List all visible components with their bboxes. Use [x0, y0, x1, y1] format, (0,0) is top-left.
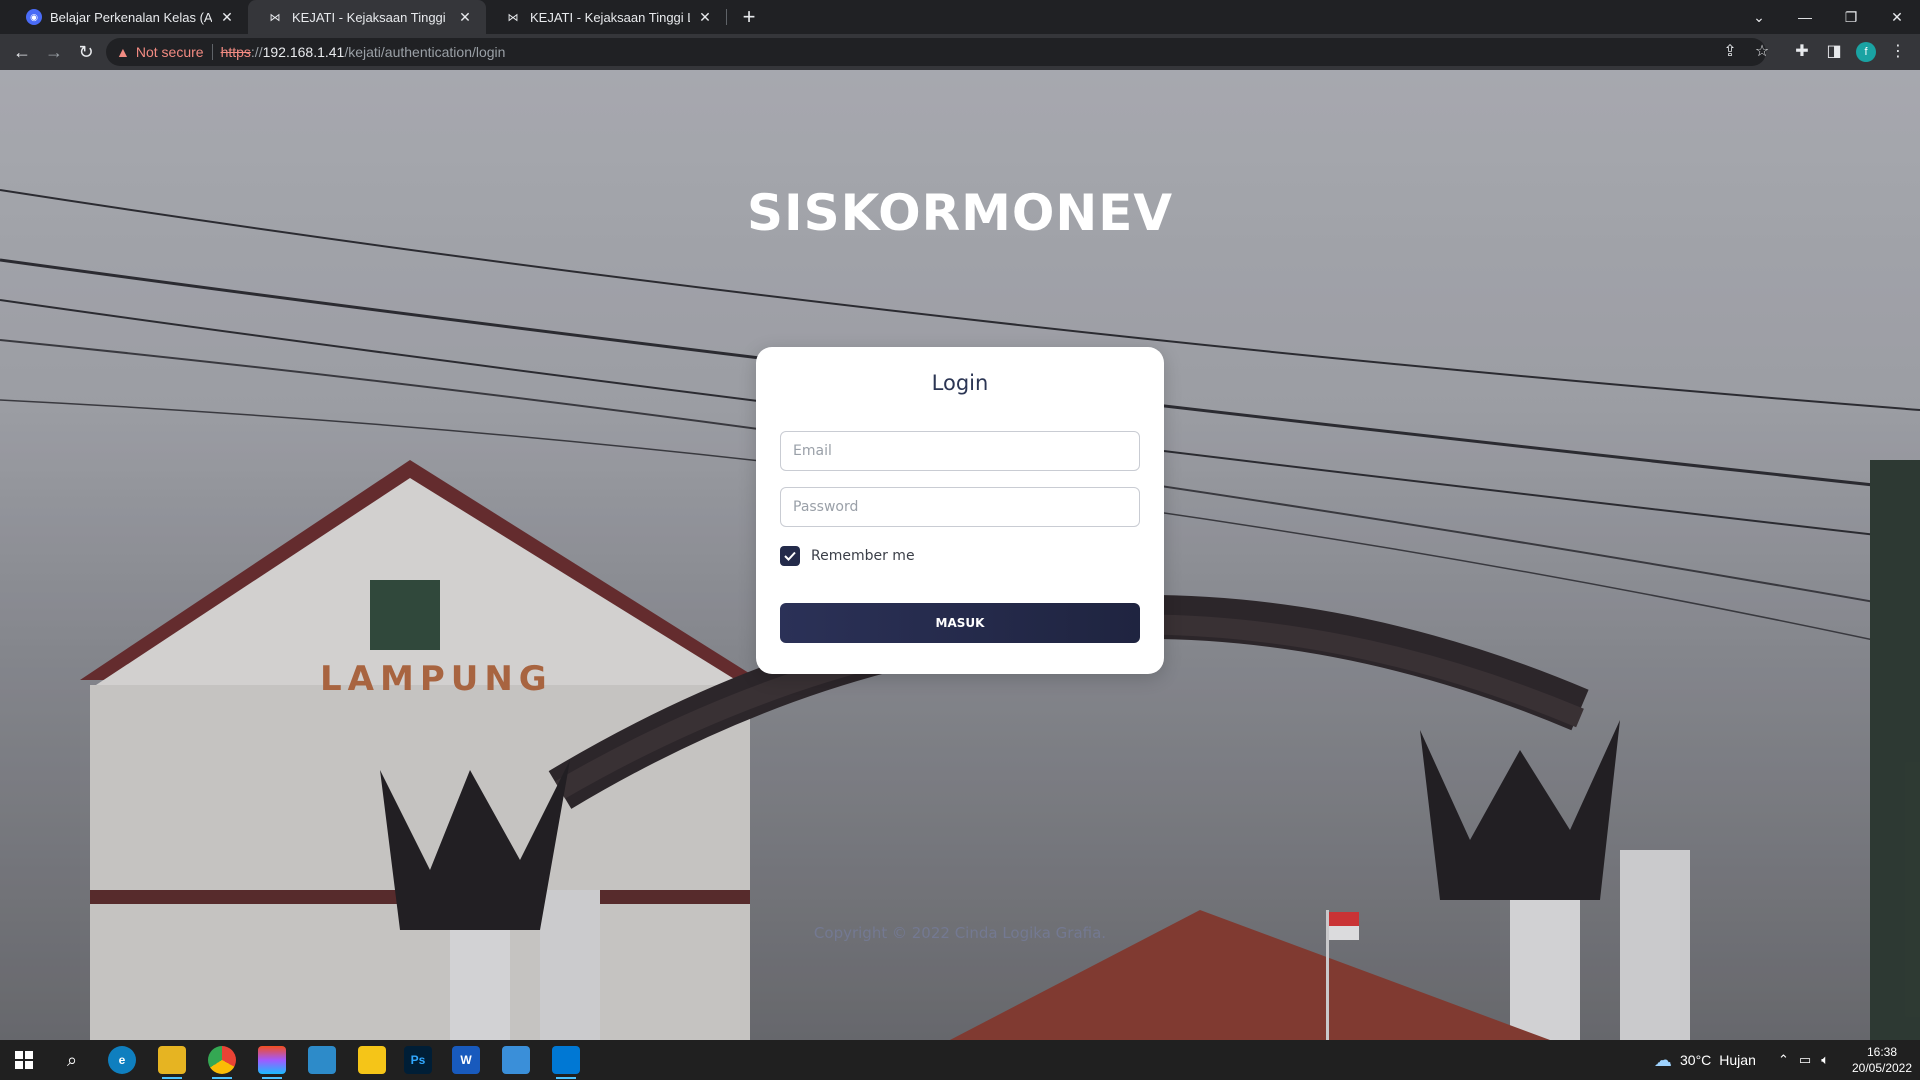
network-icon[interactable]: ▭ [1799, 1052, 1811, 1068]
close-icon[interactable]: ✕ [456, 9, 474, 26]
weather-temp: 30°C [1680, 1052, 1712, 1068]
adobe-icon: ◉ [26, 9, 42, 25]
divider [211, 44, 213, 60]
clock-time: 16:38 [1866, 1045, 1898, 1059]
back-button[interactable]: ← [10, 40, 34, 64]
app-icon[interactable] [308, 1046, 336, 1074]
figma-icon[interactable] [258, 1046, 286, 1079]
windows-taskbar: ⌕ e Ps W ☁ 30°C Hujan ⌃ ▭ 🔈︎ 16:38 20/05… [0, 1040, 1920, 1080]
tab-kejati-active[interactable]: ⋈ KEJATI - Kejaksaan Tinggi Lampu ✕ [248, 0, 486, 34]
app-title: SISKORMONEV [746, 184, 1174, 242]
weather-text: Hujan [1719, 1052, 1756, 1068]
forward-button[interactable]: → [42, 40, 66, 64]
file-explorer-icon[interactable] [158, 1046, 186, 1079]
login-card: Login Remember me MASUK [756, 347, 1164, 674]
remember-me-row[interactable]: Remember me [780, 546, 915, 566]
copyright-text: Copyright © 2022 Cinda Logika Grafia. [813, 924, 1107, 942]
new-tab-button[interactable]: + [736, 4, 762, 30]
edge-icon[interactable]: e [108, 1046, 136, 1074]
close-window-button[interactable]: ✕ [1874, 0, 1920, 34]
tab-adobe[interactable]: ◉ Belajar Perkenalan Kelas (Adobe ✕ [8, 0, 248, 34]
share-icon[interactable]: ⇪ [1718, 40, 1742, 64]
login-submit-button[interactable]: MASUK [780, 603, 1140, 643]
security-label[interactable]: Not secure [136, 44, 204, 60]
side-panel-icon[interactable]: ◨ [1822, 40, 1846, 64]
url-scheme: https [220, 44, 251, 60]
tab-title: KEJATI - Kejaksaan Tinggi Lampu [530, 9, 690, 25]
reload-button[interactable]: ↻ [74, 40, 98, 64]
url-path: /kejati/authentication/login [344, 44, 506, 60]
weather-widget[interactable]: ☁ 30°C Hujan [1654, 1040, 1756, 1080]
tray-icons[interactable]: ⌃ ▭ 🔈︎ [1778, 1040, 1829, 1080]
kejati-icon: ⋈ [269, 11, 281, 24]
close-icon[interactable]: ✕ [218, 9, 236, 26]
restore-button[interactable]: ❐ [1828, 0, 1874, 34]
windows-start-icon[interactable] [10, 1046, 38, 1074]
rain-cloud-icon: ☁ [1654, 1049, 1672, 1070]
kejati-icon: ⋈ [507, 11, 519, 24]
tab-search-button[interactable]: ⌄ [1736, 0, 1782, 34]
system-clock[interactable]: 16:38 20/05/2022 [1850, 1044, 1914, 1076]
url-separator: :// [250, 44, 263, 60]
clock-date: 20/05/2022 [1851, 1061, 1913, 1075]
url-host: 192.168.1.41 [262, 44, 345, 60]
minimize-button[interactable]: — [1782, 0, 1828, 34]
tab-title: Belajar Perkenalan Kelas (Adobe [50, 9, 212, 25]
word-icon[interactable]: W [452, 1046, 480, 1074]
search-icon[interactable]: ⌕ [58, 1046, 86, 1074]
profile-avatar[interactable]: f [1856, 42, 1876, 62]
chevron-up-icon[interactable]: ⌃ [1778, 1052, 1789, 1068]
bookmark-star-icon[interactable]: ☆ [1750, 40, 1774, 64]
chrome-icon[interactable] [208, 1046, 236, 1079]
address-bar[interactable]: ▲ Not secure https://192.168.1.41/kejati… [106, 38, 1766, 66]
login-title: Login [931, 371, 989, 395]
tab-separator [726, 9, 727, 25]
volume-icon[interactable]: 🔈︎ [1821, 1052, 1829, 1068]
extensions-icon[interactable]: ✚ [1790, 40, 1814, 64]
close-icon[interactable]: ✕ [696, 9, 714, 26]
vscode-icon[interactable] [552, 1046, 580, 1079]
warning-icon: ▲ [116, 44, 130, 60]
tab-title: KEJATI - Kejaksaan Tinggi Lampu [292, 9, 450, 25]
menu-icon[interactable]: ⋮ [1886, 40, 1910, 64]
browser-tab-bar: ◉ Belajar Perkenalan Kelas (Adobe ✕ ⋈ KE… [0, 0, 1920, 34]
remember-me-checkbox[interactable] [780, 546, 800, 566]
password-field[interactable] [780, 487, 1140, 527]
browser-toolbar: ← → ↻ ▲ Not secure https://192.168.1.41/… [0, 34, 1920, 70]
photos-icon[interactable] [502, 1046, 530, 1074]
sticky-notes-icon[interactable] [358, 1046, 386, 1074]
remember-me-label: Remember me [811, 548, 915, 564]
page-viewport: LAMPUNG SISKORMONEV Login Email Remember… [0, 70, 1920, 1040]
email-field[interactable] [780, 431, 1140, 471]
photoshop-icon[interactable]: Ps [404, 1046, 432, 1074]
checkmark-icon [784, 551, 796, 561]
tab-kejati[interactable]: ⋈ KEJATI - Kejaksaan Tinggi Lampu ✕ [486, 0, 726, 34]
